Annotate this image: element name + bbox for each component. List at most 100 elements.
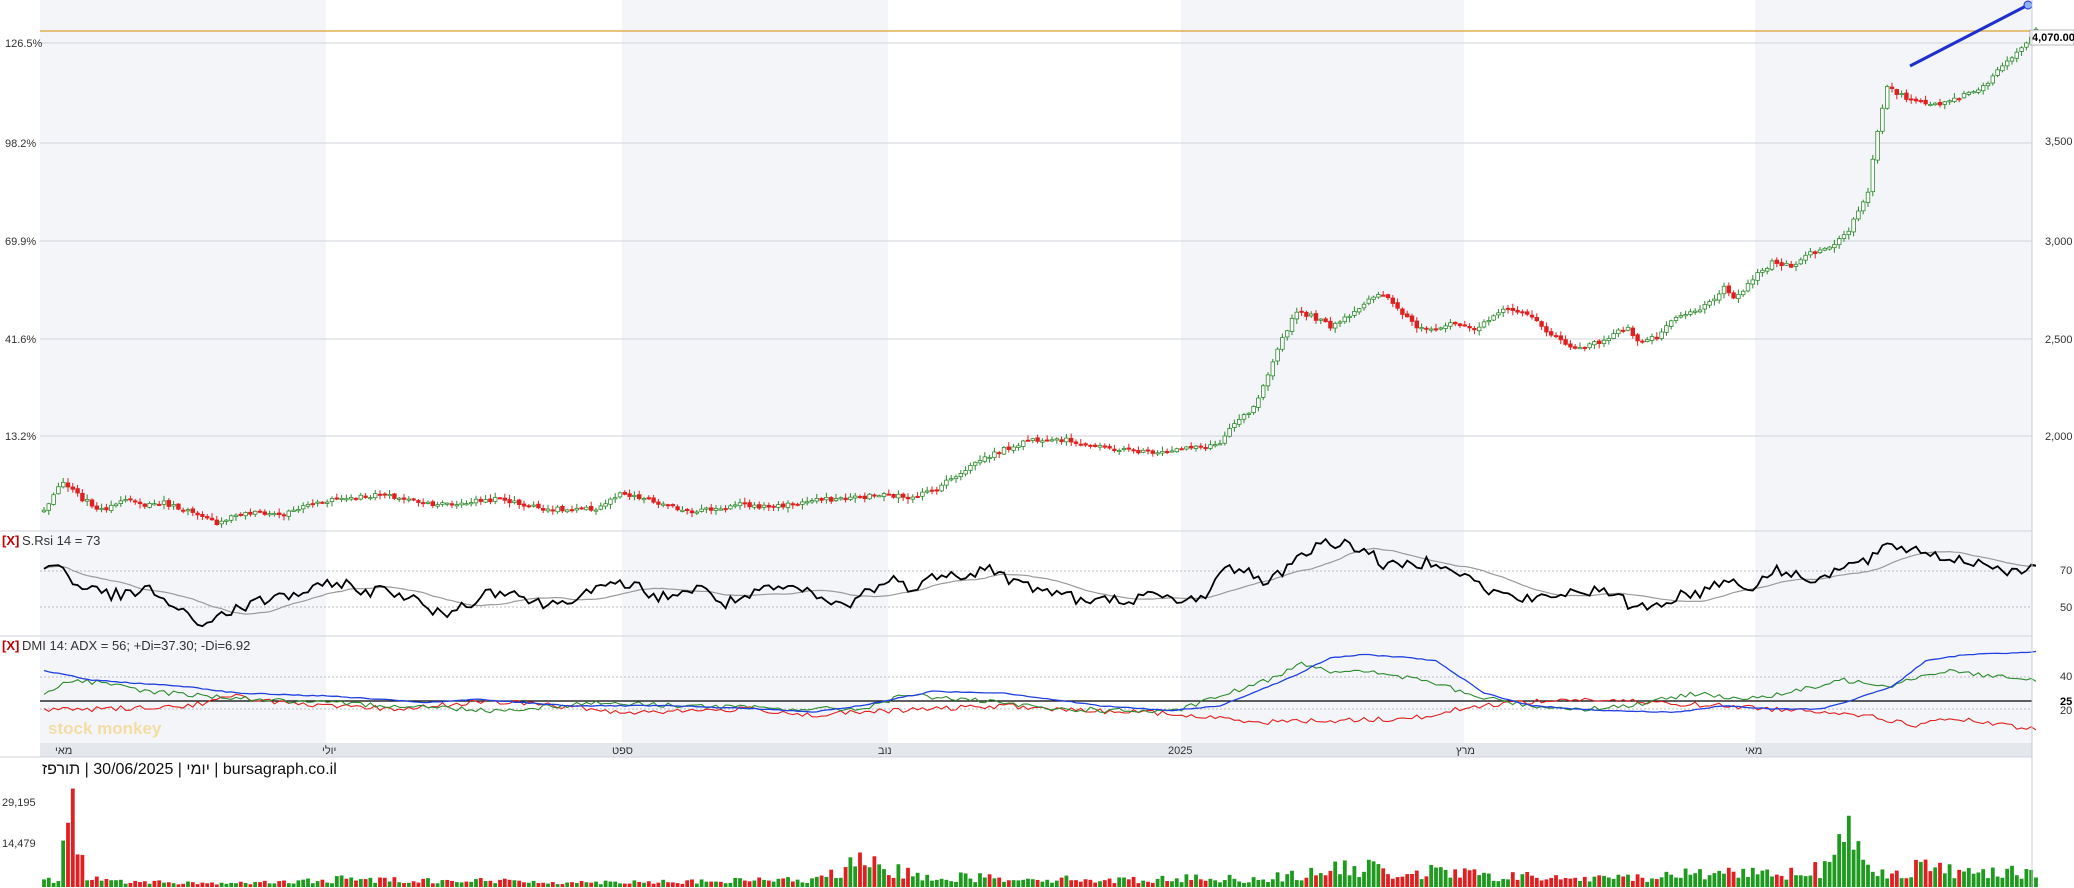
candle — [1568, 343, 1573, 348]
candle — [1923, 99, 1928, 105]
candle — [593, 509, 599, 512]
volume-bar — [286, 883, 291, 887]
candle — [324, 501, 330, 504]
candle — [1966, 91, 1971, 95]
candle — [401, 497, 407, 500]
candle — [713, 508, 719, 511]
volume-bar — [46, 877, 51, 887]
volume-bar — [1592, 876, 1597, 887]
month-label-sep: ספט — [612, 745, 633, 757]
volume-bar — [1405, 874, 1410, 887]
candle — [440, 502, 445, 505]
volume-bar — [445, 879, 450, 887]
price-label-3500: 3,500 — [2045, 136, 2073, 148]
volume-bar — [814, 876, 819, 887]
candle — [1601, 339, 1607, 345]
volume-bar — [1069, 880, 1074, 887]
rsi-close-button[interactable]: [X] — [2, 533, 19, 548]
pct-label-2: 98.2% — [5, 138, 36, 150]
volume-bar — [1333, 861, 1338, 887]
volume-bar — [1947, 864, 1952, 887]
candle — [1443, 325, 1448, 329]
volume-bar — [642, 882, 646, 887]
volume-bar — [1314, 875, 1318, 887]
volume-bar — [402, 883, 406, 887]
candle — [1909, 98, 1914, 101]
volume-bar — [2005, 868, 2010, 887]
candle — [204, 516, 210, 519]
volume-bar — [339, 875, 344, 887]
volume-bar — [147, 883, 152, 887]
volume-bar — [426, 878, 430, 887]
candle — [819, 497, 824, 501]
candle — [483, 499, 488, 503]
dmi-close-button[interactable]: [X] — [2, 638, 19, 653]
candle — [1395, 302, 1400, 309]
candle — [526, 505, 531, 508]
candle — [315, 501, 320, 504]
candle — [1352, 311, 1357, 316]
volume-bar — [1270, 879, 1275, 887]
volume-bar — [1933, 867, 1938, 887]
volume-bar — [1462, 868, 1467, 887]
volume-bar — [1914, 859, 1918, 887]
candle — [1520, 311, 1525, 314]
candle — [1798, 259, 1803, 265]
volume-bar — [1789, 867, 1794, 887]
volume-bar — [1371, 861, 1376, 887]
volume-bar — [1352, 866, 1357, 887]
candle — [728, 505, 733, 510]
candle — [1021, 440, 1026, 447]
volume-bar — [661, 879, 666, 887]
volume-bar — [1174, 878, 1179, 887]
candle — [334, 497, 339, 500]
candle — [1030, 438, 1035, 441]
volume-bar — [1141, 880, 1146, 887]
volume-bar — [944, 879, 949, 887]
candle — [224, 519, 229, 522]
volume-bar — [1669, 874, 1674, 887]
candle — [982, 456, 987, 462]
volume-bar — [1482, 872, 1486, 887]
pct-label-1: 126.5% — [5, 38, 43, 50]
month-label-may-2024: מאי — [55, 745, 72, 757]
candle — [1016, 445, 1021, 448]
volume-bar — [282, 880, 286, 887]
volume-bar — [1299, 880, 1304, 887]
last-price-label: 4,070.00 — [2032, 32, 2074, 44]
trendline-handle[interactable] — [2023, 0, 2033, 10]
candle — [910, 496, 915, 500]
candle — [1851, 218, 1856, 233]
volume-bar — [1549, 877, 1554, 887]
candle — [1937, 102, 1943, 106]
volume-bar — [1438, 867, 1443, 887]
volume-bar — [1866, 864, 1870, 887]
volume-bar — [1093, 882, 1098, 887]
volume-bar — [786, 877, 790, 887]
candle — [1486, 320, 1491, 323]
candle — [1241, 414, 1247, 420]
candle — [641, 498, 647, 501]
volume-bar — [882, 869, 886, 887]
candle — [1001, 447, 1007, 455]
candle — [1750, 279, 1755, 285]
volume-bar — [512, 880, 517, 887]
volume-bar — [224, 883, 229, 887]
volume-bar — [1246, 882, 1251, 887]
volume-bar — [354, 880, 358, 887]
candle — [814, 498, 819, 502]
candle — [920, 491, 925, 497]
candle — [1942, 101, 1947, 105]
volume-bar — [1419, 879, 1424, 887]
candle — [1342, 316, 1347, 323]
volume-bar — [1645, 881, 1650, 887]
candle — [176, 503, 181, 510]
volume-bar — [954, 881, 958, 887]
candle — [1582, 346, 1587, 349]
volume-bar — [373, 882, 378, 887]
candle — [185, 509, 191, 512]
volume-bar — [627, 883, 632, 887]
candle — [1779, 262, 1784, 266]
volume-bar — [1755, 874, 1760, 887]
candle — [2014, 51, 2019, 59]
